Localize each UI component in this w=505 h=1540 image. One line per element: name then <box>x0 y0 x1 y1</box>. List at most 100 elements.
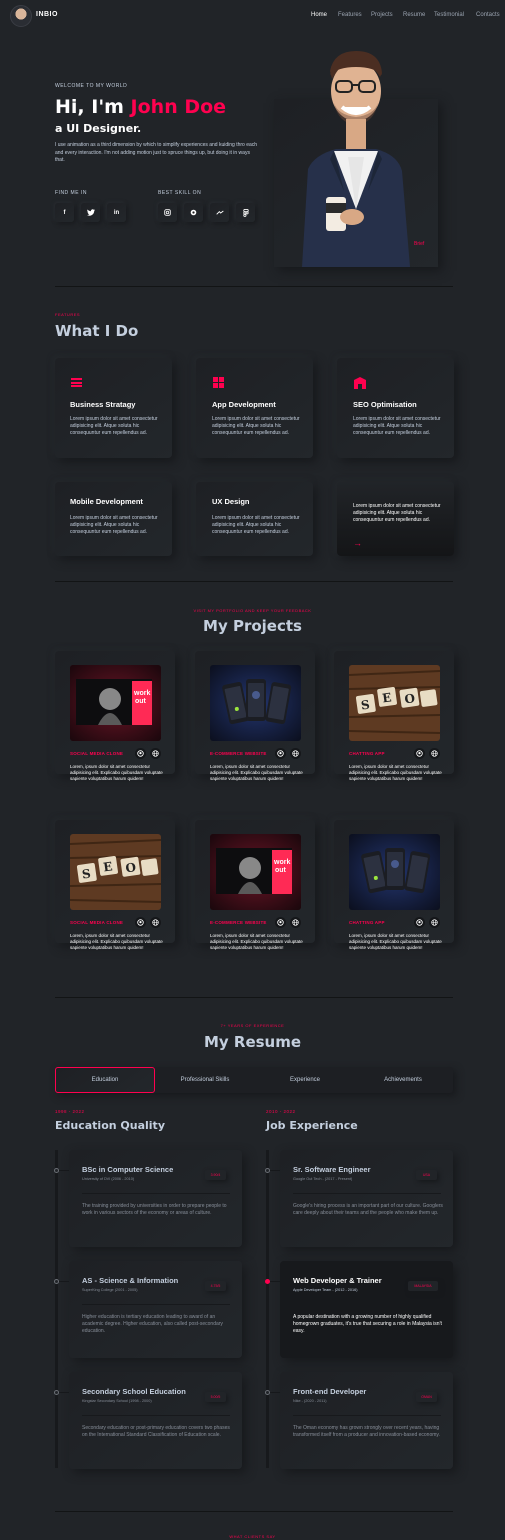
project-image[interactable]: SEO <box>349 665 440 741</box>
service-card-hover[interactable]: Lorem ipsum dolor sit amet consectetur a… <box>337 482 454 556</box>
project-desc: Lorem, ipsum dolor sit amet consectetur … <box>70 764 163 782</box>
resume-card[interactable]: Front-end Developer Nike - (2020 - 2011)… <box>280 1372 453 1469</box>
project-image[interactable] <box>210 665 301 741</box>
resume-kicker: 7+ YEARS OF EXPERIENCE <box>220 1023 285 1028</box>
service-title: Business Stratagy <box>70 400 136 409</box>
resume-item-desc: Google's hiring process is an important … <box>293 1203 443 1216</box>
resume-item-title: Web Developer & Trainer <box>293 1276 382 1285</box>
service-desc: Lorem ipsum dolor sit amet consectetur a… <box>212 416 300 436</box>
svg-text:work: work <box>273 859 290 866</box>
card-divider <box>82 1304 230 1305</box>
figma-icon[interactable] <box>236 203 255 222</box>
project-category: E-COMMERCE WEBSITE <box>210 920 267 925</box>
experience-timeline <box>266 1150 269 1468</box>
linkedin-icon[interactable]: in <box>107 203 126 222</box>
tab-professional-skills[interactable]: Professional Skills <box>155 1067 255 1093</box>
project-card[interactable]: SEO CHATTING APP Lorem, ipsum dolor sit … <box>334 651 454 781</box>
project-image[interactable]: SEO <box>70 834 161 910</box>
section-divider <box>55 286 453 287</box>
testimonial-kicker: WHAT CLIENTS SAY <box>229 1534 276 1539</box>
experience-years: 2010 - 2022 <box>266 1109 296 1114</box>
globe-icon[interactable] <box>150 917 161 928</box>
hero-description: I use animation as a third dimension by … <box>55 142 258 163</box>
hero-head <box>330 51 382 149</box>
arrow-right-icon[interactable]: → <box>353 538 362 548</box>
education-timeline <box>55 1150 58 1468</box>
project-card[interactable]: work out E-COMMERCE WEBSITE Lorem, ipsum … <box>195 820 315 950</box>
nav-testimonial[interactable]: Testimonial <box>434 12 464 18</box>
github-icon[interactable] <box>414 748 425 759</box>
github-icon[interactable] <box>135 748 146 759</box>
resume-card[interactable]: Secondary School Education Kingstar Seco… <box>69 1372 242 1469</box>
card-divider <box>82 1415 230 1416</box>
project-category: SOCIAL MEDIA CLONE <box>70 751 124 756</box>
resume-item-subtitle: SuperKing College (2001 - 2005) <box>82 1288 138 1292</box>
project-desc: Lorem, ipsum dolor sit amet consectetur … <box>210 933 303 951</box>
nav-contacts[interactable]: Contacts <box>476 12 500 18</box>
project-card[interactable]: SEO SOCIAL MEDIA CLONE Lorem, ipsum dolo… <box>55 820 175 950</box>
nav-features[interactable]: Features <box>338 12 362 18</box>
tab-education[interactable]: Education <box>55 1067 155 1093</box>
service-title: UX Design <box>212 497 250 506</box>
nav-projects[interactable]: Projects <box>371 12 393 18</box>
github-icon[interactable] <box>135 917 146 928</box>
facebook-icon[interactable]: f <box>55 203 74 222</box>
service-card-app[interactable]: App Development Lorem ipsum dolor sit am… <box>196 358 313 458</box>
resume-card[interactable]: Web Developer & Trainer Apple Developer … <box>280 1261 453 1358</box>
signal-icon <box>354 377 366 389</box>
tab-achievements[interactable]: Achievements <box>353 1067 453 1093</box>
github-icon[interactable] <box>275 748 286 759</box>
github-icon[interactable] <box>275 917 286 928</box>
service-card-ux[interactable]: UX Design Lorem ipsum dolor sit amet con… <box>196 482 313 556</box>
service-title: Mobile Development <box>70 497 143 506</box>
hero-title: Hi, I'm John Doe <box>55 96 226 118</box>
project-card[interactable]: E-COMMERCE WEBSITE Lorem, ipsum dolor si… <box>195 651 315 781</box>
cursor-icon[interactable] <box>210 203 229 222</box>
project-card[interactable]: CHATTING APP Lorem, ipsum dolor sit amet… <box>334 820 454 950</box>
section-divider <box>55 997 453 998</box>
svg-text:E: E <box>381 690 392 705</box>
twitter-icon[interactable] <box>81 203 100 222</box>
resume-card[interactable]: AS - Science & Information SuperKing Col… <box>69 1261 242 1358</box>
hero-name: John Doe <box>130 96 227 118</box>
project-image[interactable]: work out <box>70 665 161 741</box>
nav-resume[interactable]: Resume <box>403 12 425 18</box>
camera-icon[interactable] <box>158 203 177 222</box>
projects-title: My Projects <box>203 617 302 635</box>
resume-item-title: Front-end Developer <box>293 1387 367 1396</box>
resume-card[interactable]: Sr. Software Engineer Google Out Tech - … <box>280 1150 453 1247</box>
find-me-label: FIND ME IN <box>55 190 87 196</box>
timeline-connector <box>59 1281 69 1282</box>
resume-item-title: AS - Science & Information <box>82 1276 179 1285</box>
project-card[interactable]: work out SOCIAL MEDIA CLONE Lorem, ipsum … <box>55 651 175 781</box>
globe-icon[interactable] <box>290 917 301 928</box>
projects-kicker: VISIT MY PORTFOLIO AND KEEP YOUR FEEDBAC… <box>193 608 312 613</box>
service-card-seo[interactable]: SEO Optimisation Lorem ipsum dolor sit a… <box>337 358 454 458</box>
service-title: SEO Optimisation <box>353 400 417 409</box>
project-category: CHATTING APP <box>349 920 385 925</box>
globe-icon[interactable] <box>184 203 203 222</box>
timeline-connector <box>270 1281 280 1282</box>
card-divider <box>82 1193 230 1194</box>
globe-icon[interactable] <box>150 748 161 759</box>
section-divider <box>55 581 453 582</box>
education-years: 1998 - 2022 <box>55 1109 85 1114</box>
timeline-connector <box>270 1170 280 1171</box>
service-card-mobile[interactable]: Mobile Development Lorem ipsum dolor sit… <box>55 482 172 556</box>
timeline-connector <box>270 1392 280 1393</box>
globe-icon[interactable] <box>429 748 440 759</box>
nav-home[interactable]: Home <box>311 12 327 18</box>
tab-experience[interactable]: Experience <box>255 1067 355 1093</box>
project-category: SOCIAL MEDIA CLONE <box>70 920 124 925</box>
globe-icon[interactable] <box>290 748 301 759</box>
card-divider <box>293 1304 441 1305</box>
project-image[interactable] <box>349 834 440 910</box>
service-card-strategy[interactable]: Business Stratagy Lorem ipsum dolor sit … <box>55 358 172 458</box>
brand-name[interactable]: INBIO <box>36 11 58 18</box>
project-image[interactable]: work out <box>210 834 301 910</box>
github-icon[interactable] <box>414 917 425 928</box>
experience-title: Job Experience <box>266 1119 358 1132</box>
resume-item-desc: Secondary education or post-primary educ… <box>82 1425 230 1438</box>
globe-icon[interactable] <box>429 917 440 928</box>
resume-card[interactable]: BSc in Computer Science University of DV… <box>69 1150 242 1247</box>
